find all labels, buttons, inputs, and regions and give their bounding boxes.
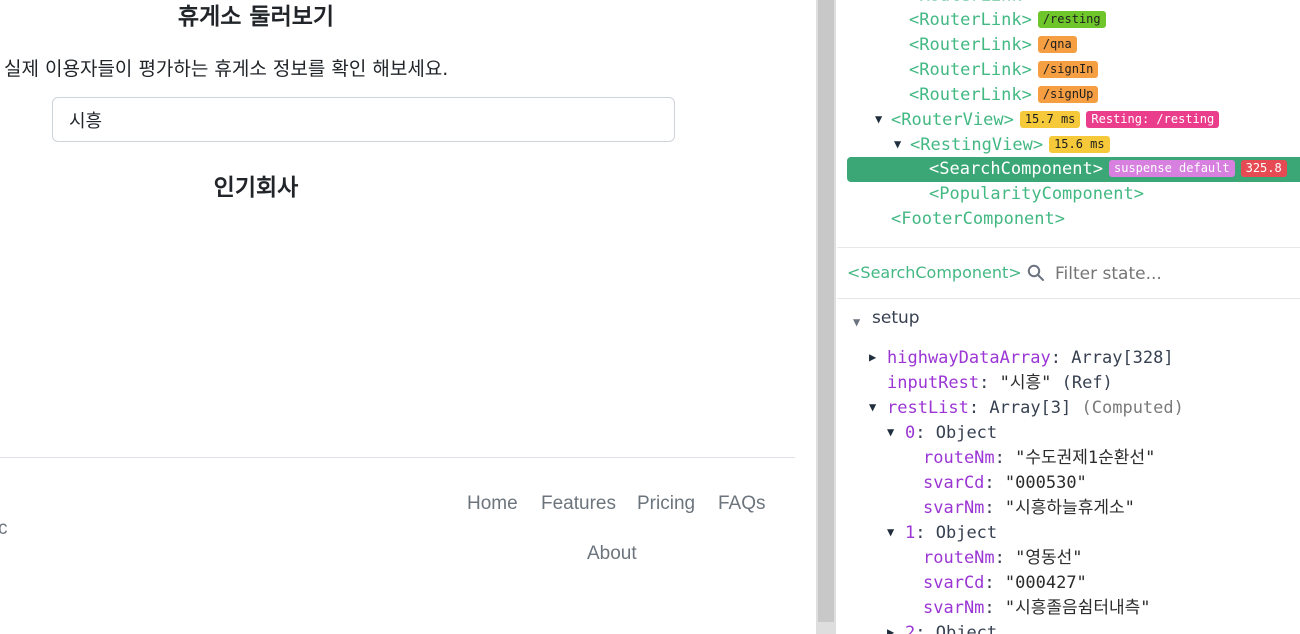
component-name: <RouterLink> [909, 35, 1032, 55]
component-name: <SearchComponent> [929, 159, 1103, 179]
state-value: "000530" [1004, 473, 1087, 493]
item-type: Object [935, 423, 998, 443]
devtools-panel: <RouterLink> <RouterLink> /resting <Route… [837, 0, 1300, 634]
expand-arrow-icon[interactable]: ▶ [887, 625, 894, 634]
footer-brand-fragment: c [0, 518, 8, 539]
state-value: "수도권제1순환선" [1015, 448, 1156, 468]
footer-link-faqs[interactable]: FAQs [718, 492, 766, 516]
item-index: 1 [905, 523, 916, 543]
setup-section-label[interactable]: setup [872, 308, 920, 328]
state-row-item[interactable]: 2: Object [905, 621, 997, 634]
app-viewport: 휴게소 둘러보기 실제 이용자들이 평가하는 휴게소 정보를 확인 해보세요. … [0, 0, 816, 634]
state-key: svarCd [923, 573, 985, 593]
component-name: <FooterComponent> [891, 209, 1065, 229]
component-name: <PopularityComponent> [929, 184, 1144, 204]
route-badge: /signIn [1037, 61, 1099, 78]
state-field-row[interactable]: routeNm: "영동선" [923, 546, 1083, 571]
component-name: <RouterView> [891, 110, 1014, 130]
footer-divider [0, 457, 795, 458]
item-index: 2 [905, 623, 916, 634]
search-icon [1027, 264, 1044, 281]
tree-item-search-component[interactable]: <SearchComponent> suspense default 325.8 [929, 157, 1287, 182]
footer-link-features[interactable]: Features [541, 492, 616, 516]
state-row-item[interactable]: 0: Object [905, 421, 997, 446]
state-field-row[interactable]: routeNm: "수도권제1순환선" [923, 446, 1155, 471]
tree-item-popularity-component[interactable]: <PopularityComponent> [929, 182, 1144, 207]
route-badge: /qna [1037, 36, 1077, 53]
tree-item-router-link[interactable]: <RouterLink> /resting [909, 8, 1106, 33]
timing-badge: 15.6 ms [1049, 136, 1110, 153]
search-input[interactable] [52, 97, 675, 142]
state-key: routeNm [923, 448, 995, 468]
timing-badge: 15.7 ms [1019, 111, 1081, 128]
state-value: "시흥하늘휴게소" [1004, 498, 1135, 518]
state-value: Array[328] [1071, 348, 1174, 368]
tree-item-router-view[interactable]: <RouterView> 15.7 ms Resting: /resting [891, 108, 1220, 133]
page-description: 실제 이용자들이 평가하는 휴게소 정보를 확인 해보세요. [4, 58, 449, 80]
state-key: inputRest [887, 373, 980, 393]
state-key: svarNm [923, 598, 985, 618]
state-row-item[interactable]: 1: Object [905, 521, 997, 546]
tree-item-router-link[interactable]: <RouterLink> /signIn [909, 58, 1099, 83]
page-title: 휴게소 둘러보기 [177, 4, 335, 30]
item-type: Object [935, 623, 998, 634]
state-key: routeNm [923, 548, 995, 568]
section-title: 인기회사 [213, 175, 299, 201]
component-name: <RouterLink> [909, 60, 1032, 80]
state-row-rest-list[interactable]: restList: Array[3] (Computed) [887, 396, 1184, 421]
state-key: svarNm [923, 498, 985, 518]
state-key: restList [887, 398, 969, 418]
collapse-arrow-icon[interactable]: ▼ [887, 425, 894, 439]
timing-badge: 325.8 [1240, 160, 1287, 177]
scrollbar-thumb[interactable] [818, 0, 834, 622]
inspected-component-name: <SearchComponent> [847, 263, 1022, 282]
footer-link-pricing[interactable]: Pricing [637, 492, 695, 516]
route-badge: /signUp [1037, 86, 1099, 103]
component-name: <RouterLink> [909, 10, 1032, 30]
state-key: highwayDataArray [887, 348, 1051, 368]
component-name: <RouterLink> [909, 85, 1032, 105]
state-field-row[interactable]: svarCd: "000427" [923, 571, 1087, 596]
state-value: "시흥" [999, 373, 1052, 393]
footer-link-about[interactable]: About [587, 542, 637, 566]
state-field-row[interactable]: svarCd: "000530" [923, 471, 1087, 496]
route-badge: /resting [1037, 11, 1106, 28]
state-value: Array[3] [989, 398, 1072, 418]
item-index: 0 [905, 423, 916, 443]
suspense-badge: suspense default [1109, 160, 1235, 177]
footer-link-home[interactable]: Home [467, 492, 518, 516]
component-name: <RouterLink> [909, 0, 1032, 6]
expand-arrow-icon[interactable]: ▼ [894, 137, 901, 151]
route-badge: Resting: /resting [1086, 111, 1220, 128]
panel-divider [837, 298, 1300, 299]
state-value: "영동선" [1015, 548, 1083, 568]
state-field-row[interactable]: svarNm: "시흥하늘휴게소" [923, 496, 1135, 521]
state-field-row[interactable]: svarNm: "시흥졸음쉼터내측" [923, 596, 1151, 621]
state-row-highway[interactable]: highwayDataArray: Array[328] [887, 346, 1174, 371]
state-note: (Ref) [1061, 373, 1113, 393]
tree-item-router-link[interactable]: <RouterLink> /qna [909, 33, 1077, 58]
collapse-arrow-icon[interactable]: ▼ [869, 400, 876, 414]
panel-divider [837, 247, 1300, 248]
expand-arrow-icon[interactable]: ▶ [869, 350, 876, 364]
item-type: Object [935, 523, 998, 543]
expand-arrow-icon[interactable]: ▼ [875, 112, 882, 126]
tree-item-resting-view[interactable]: <RestingView> 15.6 ms [910, 133, 1110, 158]
state-note: (Computed) [1081, 398, 1184, 418]
component-name: <RestingView> [910, 135, 1044, 155]
state-key: svarCd [923, 473, 985, 493]
state-row-input-rest[interactable]: inputRest: "시흥" (Ref) [887, 371, 1113, 396]
collapse-arrow-icon[interactable]: ▼ [887, 525, 894, 539]
tree-item-router-link[interactable]: <RouterLink> /signUp [909, 83, 1099, 108]
tree-item-footer-component[interactable]: <FooterComponent> [891, 207, 1065, 232]
collapse-arrow-icon[interactable]: ▼ [853, 315, 860, 329]
filter-state-input[interactable] [1053, 260, 1277, 288]
state-value: "000427" [1004, 573, 1087, 593]
state-value: "시흥졸음쉼터내측" [1004, 598, 1151, 618]
